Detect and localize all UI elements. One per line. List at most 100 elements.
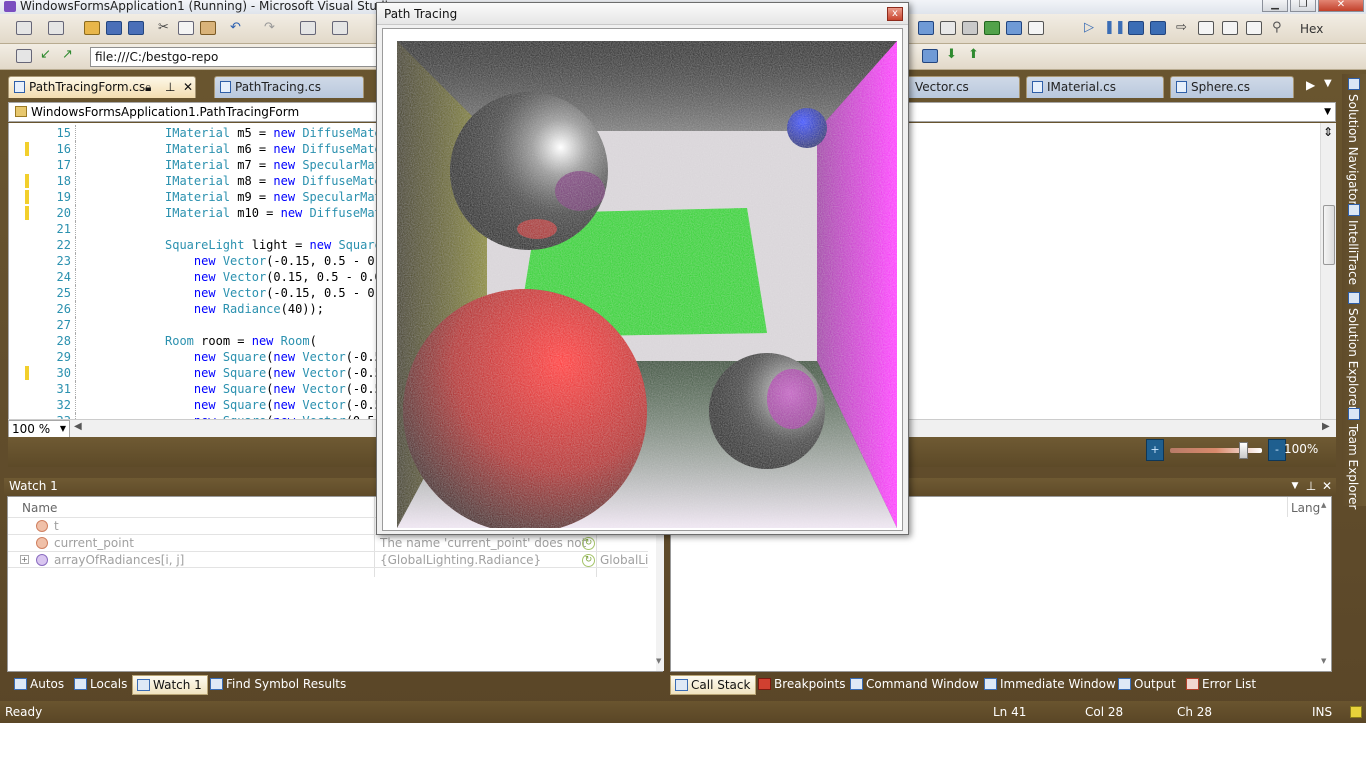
continue-icon[interactable]: ▷ [1084, 20, 1094, 36]
property-icon [36, 554, 48, 566]
restart-icon[interactable] [1150, 21, 1166, 35]
form-title-bar[interactable]: Path Tracing [377, 3, 908, 25]
auto-hide-pin-icon[interactable]: ⊥ [1304, 479, 1318, 493]
step-out-icon[interactable] [1246, 21, 1262, 35]
move-down-icon[interactable]: ⬇ [946, 47, 957, 63]
quickwatch-icon[interactable]: ⚲ [1272, 20, 1282, 36]
dropdown-arrow-icon[interactable]: ▼ [60, 421, 66, 437]
watch-row[interactable]: + arrayOfRadiances[i, j] {GlobalLighting… [8, 551, 648, 568]
tab-watch1[interactable]: Watch 1 [132, 675, 208, 695]
solution-explorer-icon[interactable] [918, 21, 934, 35]
toolbox-icon[interactable] [962, 21, 978, 35]
code-token: new [273, 366, 296, 380]
notification-icon[interactable] [1350, 706, 1362, 718]
side-tab-intellitrace[interactable]: IntelliTrace [1346, 220, 1360, 285]
scroll-left-icon[interactable]: ◀ [74, 421, 82, 432]
immediate-window-icon [984, 678, 997, 690]
refresh-icon[interactable]: ↻ [582, 554, 595, 567]
new-project-icon[interactable] [16, 21, 32, 35]
show-next-statement-icon[interactable]: ⇨ [1176, 20, 1187, 36]
tab-call-stack[interactable]: Call Stack [670, 675, 757, 695]
save-all-icon[interactable] [128, 21, 144, 35]
back-arrow-icon[interactable]: ↙ [40, 47, 51, 63]
tab-find-symbol-results[interactable]: Find Symbol Results [206, 675, 351, 695]
zoom-slider-knob[interactable] [1238, 442, 1248, 459]
intellitrace-icon[interactable] [1348, 204, 1360, 216]
tab-vector[interactable]: Vector.cs [904, 76, 1020, 98]
step-into-icon[interactable] [1198, 21, 1214, 35]
language-column-header[interactable]: Lang [1291, 499, 1320, 517]
zoom-slider-track[interactable] [1170, 448, 1262, 453]
side-tab-solution-navigator[interactable]: Solution Navigator [1346, 94, 1360, 205]
tab-autos[interactable]: Autos [10, 675, 69, 695]
zoom-in-button[interactable]: + [1146, 439, 1164, 461]
tab-error-list[interactable]: Error List [1182, 675, 1261, 695]
command-window-icon[interactable] [1028, 21, 1044, 35]
address-input[interactable]: file:///C:/bestgo-repo [90, 47, 380, 67]
forward-arrow-icon[interactable]: ↗ [62, 47, 73, 63]
solution-explorer-icon[interactable] [1348, 292, 1360, 304]
object-browser-icon[interactable] [1006, 21, 1022, 35]
name-column-header[interactable]: Name [22, 499, 57, 517]
properties-icon[interactable] [940, 21, 956, 35]
navigate-forward-icon[interactable] [332, 21, 348, 35]
hex-display-toggle[interactable]: Hex [1300, 22, 1323, 36]
scroll-up-icon[interactable]: ▲ [1321, 501, 1326, 509]
refresh-icon[interactable]: ↻ [582, 537, 595, 550]
tab-list-dropdown-icon[interactable]: ▼ [1324, 78, 1332, 89]
dropdown-arrow-icon[interactable]: ▼ [1324, 103, 1331, 121]
zoom-level-dropdown[interactable]: 100 % ▼ [8, 420, 70, 438]
save-icon[interactable] [106, 21, 122, 35]
close-pane-icon[interactable]: ✕ [1320, 479, 1334, 493]
restore-button[interactable]: ❐ [1290, 0, 1316, 12]
status-char: Ch 28 [1177, 705, 1213, 719]
side-tab-solution-explorer[interactable]: Solution Explorer [1346, 308, 1360, 411]
tab-locals[interactable]: Locals [70, 675, 132, 695]
view-icon[interactable] [16, 49, 32, 63]
close-button[interactable]: ✕ [1318, 0, 1364, 12]
code-token: new [251, 334, 274, 348]
stop-debugging-icon[interactable] [1128, 21, 1144, 35]
tab-imaterial[interactable]: IMaterial.cs [1026, 76, 1164, 98]
add-item-icon[interactable] [48, 21, 64, 35]
open-folder-icon[interactable] [84, 21, 100, 35]
layout-icon[interactable] [922, 49, 938, 63]
form-close-button[interactable]: x [887, 7, 903, 21]
break-all-icon[interactable]: ❚❚ [1104, 20, 1126, 36]
scrollbar-thumb[interactable] [1323, 205, 1335, 265]
type-selector[interactable]: WindowsFormsApplication1.PathTracingForm [31, 105, 299, 119]
editor-vertical-scrollbar[interactable]: ⇕ [1320, 123, 1336, 419]
tab-sphere[interactable]: Sphere.cs [1170, 76, 1294, 98]
step-over-icon[interactable] [1222, 21, 1238, 35]
watch-row[interactable]: current_point The name 'current_point' d… [8, 534, 648, 551]
tab-scroll-right-icon[interactable]: ▶ [1306, 78, 1315, 92]
scroll-down-icon[interactable]: ▼ [1321, 657, 1326, 665]
tab-breakpoints[interactable]: Breakpoints [754, 675, 850, 695]
copy-icon[interactable] [178, 21, 194, 35]
undo-icon[interactable]: ↶ [230, 20, 241, 36]
redo-icon[interactable]: ↷ [264, 20, 275, 36]
navigate-backward-icon[interactable] [300, 21, 316, 35]
tab-pathtracingform[interactable]: PathTracingForm.cs 🔒︎ ⊥ ✕ [8, 76, 196, 98]
tab-close-icon[interactable]: ✕ [183, 77, 193, 97]
minimize-button[interactable]: ▁ [1262, 0, 1288, 12]
tab-command-window[interactable]: Command Window [846, 675, 984, 695]
pin-icon[interactable]: ⊥ [165, 77, 175, 97]
side-tab-team-explorer[interactable]: Team Explorer [1346, 424, 1360, 510]
tab-pathtracing[interactable]: PathTracing.cs [214, 76, 364, 98]
window-position-icon[interactable]: ▼ [1288, 479, 1302, 493]
scroll-down-icon[interactable]: ▼ [656, 657, 661, 665]
code-token: m5 = [230, 126, 274, 140]
paste-icon[interactable] [200, 21, 216, 35]
tab-immediate-window[interactable]: Immediate Window [980, 675, 1121, 695]
start-page-icon[interactable] [984, 21, 1000, 35]
team-explorer-icon[interactable] [1348, 408, 1360, 420]
split-handle-icon[interactable]: ⇕ [1323, 125, 1333, 139]
solution-navigator-icon[interactable] [1348, 78, 1360, 90]
scroll-right-icon[interactable]: ▶ [1322, 421, 1330, 432]
path-tracing-form[interactable]: Path Tracing x [376, 2, 909, 535]
cut-icon[interactable]: ✂ [158, 20, 169, 36]
tab-output[interactable]: Output [1114, 675, 1181, 695]
move-up-icon[interactable]: ⬆ [968, 47, 979, 63]
expand-icon[interactable]: + [20, 555, 29, 564]
